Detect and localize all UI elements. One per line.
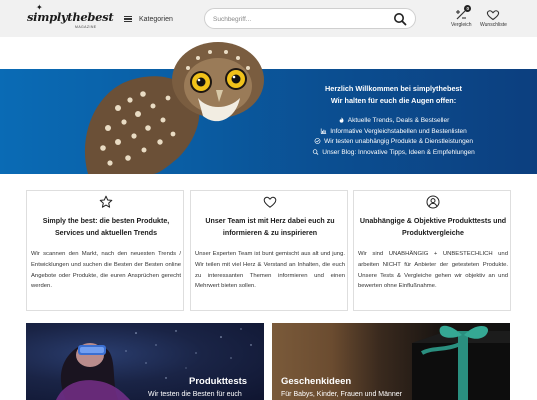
search-icon	[313, 148, 319, 155]
card-text: Wir scannen den Markt, nach den neuesten…	[31, 251, 181, 290]
hero-list-item: Aktuelle Trends, Deals & Bestseller	[286, 116, 501, 127]
compare-count-badge: 0	[464, 5, 472, 12]
tile-title: Produkttests	[189, 376, 248, 387]
hero-list-text: Unser Blog: Innovative Tipps, Ideen & Em…	[322, 148, 475, 156]
wishlist-button[interactable]: Wunschliste	[480, 8, 507, 28]
hero-title-line2: Wir halten für euch die Augen offen:	[330, 96, 457, 105]
categories-menu-button[interactable]: Kategorien	[124, 12, 173, 26]
fire-icon	[339, 117, 344, 123]
tile-subtitle: Wir testen die Besten für euch	[148, 391, 242, 398]
promo-tile-geschenkideen[interactable]: Geschenkideen Für Babys, Kinder, Frauen …	[272, 323, 510, 400]
compare-label: Vergleich	[451, 22, 472, 28]
hero-title: Herzlich Willkommen bei simplythebest Wi…	[286, 83, 501, 107]
hero-list-text: Wir testen unabhängig Produkte & Dienstl…	[324, 138, 473, 145]
check-circle-icon	[314, 138, 321, 144]
heart-icon	[263, 196, 277, 208]
hero-list-item: Wir testen unabhängig Produkte & Dienstl…	[286, 137, 501, 148]
tile-title: Geschenkideen	[281, 376, 352, 387]
card-title: Unser Team ist mit Herz dabei euch zu in…	[205, 217, 335, 237]
site-header: ✦ simplythebest MAGAZINE Kategorien 0 Ve…	[0, 0, 537, 37]
chart-icon	[321, 128, 327, 134]
feature-card-best: Simply the best: die besten Produkte, Se…	[26, 190, 184, 311]
hero-list-item: Unser Blog: Innovative Tipps, Ideen & Em…	[286, 148, 501, 159]
hero-list-text: Informative Vergleichstabellen und Beste…	[330, 127, 467, 135]
card-title: Unabhängige & Objektive Produkttests und…	[359, 217, 507, 237]
logo-wordmark: simplythebest	[27, 10, 114, 24]
card-text: Wir sind UNABHÄNGIG + UNBESTECHLICH und …	[358, 251, 508, 290]
search-button[interactable]	[393, 12, 407, 26]
hamburger-icon	[124, 15, 132, 23]
heart-icon	[487, 10, 500, 21]
card-text: Unser Experten Team ist bunt gemischt au…	[195, 251, 345, 290]
owl-image	[84, 42, 264, 174]
card-title: Simply the best: die besten Produkte, Se…	[42, 217, 170, 237]
feature-card-team: Unser Team ist mit Herz dabei euch zu in…	[190, 190, 348, 311]
hero-list-item: Informative Vergleichstabellen und Beste…	[286, 127, 501, 138]
categories-label: Kategorien	[139, 15, 173, 23]
gift-box-image	[412, 325, 510, 400]
search-input[interactable]	[213, 13, 383, 25]
compare-button[interactable]: 0 Vergleich	[451, 5, 472, 28]
user-icon	[426, 195, 440, 209]
hero-title-line1: Herzlich Willkommen bei simplythebest	[325, 84, 462, 93]
site-logo[interactable]: ✦ simplythebest MAGAZINE	[27, 3, 114, 32]
feature-card-independent: Unabhängige & Objektive Produkttests und…	[353, 190, 511, 311]
search-icon	[394, 13, 407, 26]
promo-tile-produkttests[interactable]: Produkttests Wir testen die Besten für e…	[26, 323, 264, 400]
logo-subtitle: MAGAZINE	[75, 25, 97, 29]
search-bar	[204, 8, 416, 29]
star-icon	[99, 195, 113, 208]
hero-feature-list: Aktuelle Trends, Deals & Bestseller Info…	[286, 116, 501, 158]
wishlist-label: Wunschliste	[480, 22, 507, 28]
hero-list-text: Aktuelle Trends, Deals & Bestseller	[347, 117, 450, 124]
vr-person-image	[56, 328, 252, 400]
tile-subtitle: Für Babys, Kinder, Frauen und Männer	[281, 391, 403, 398]
